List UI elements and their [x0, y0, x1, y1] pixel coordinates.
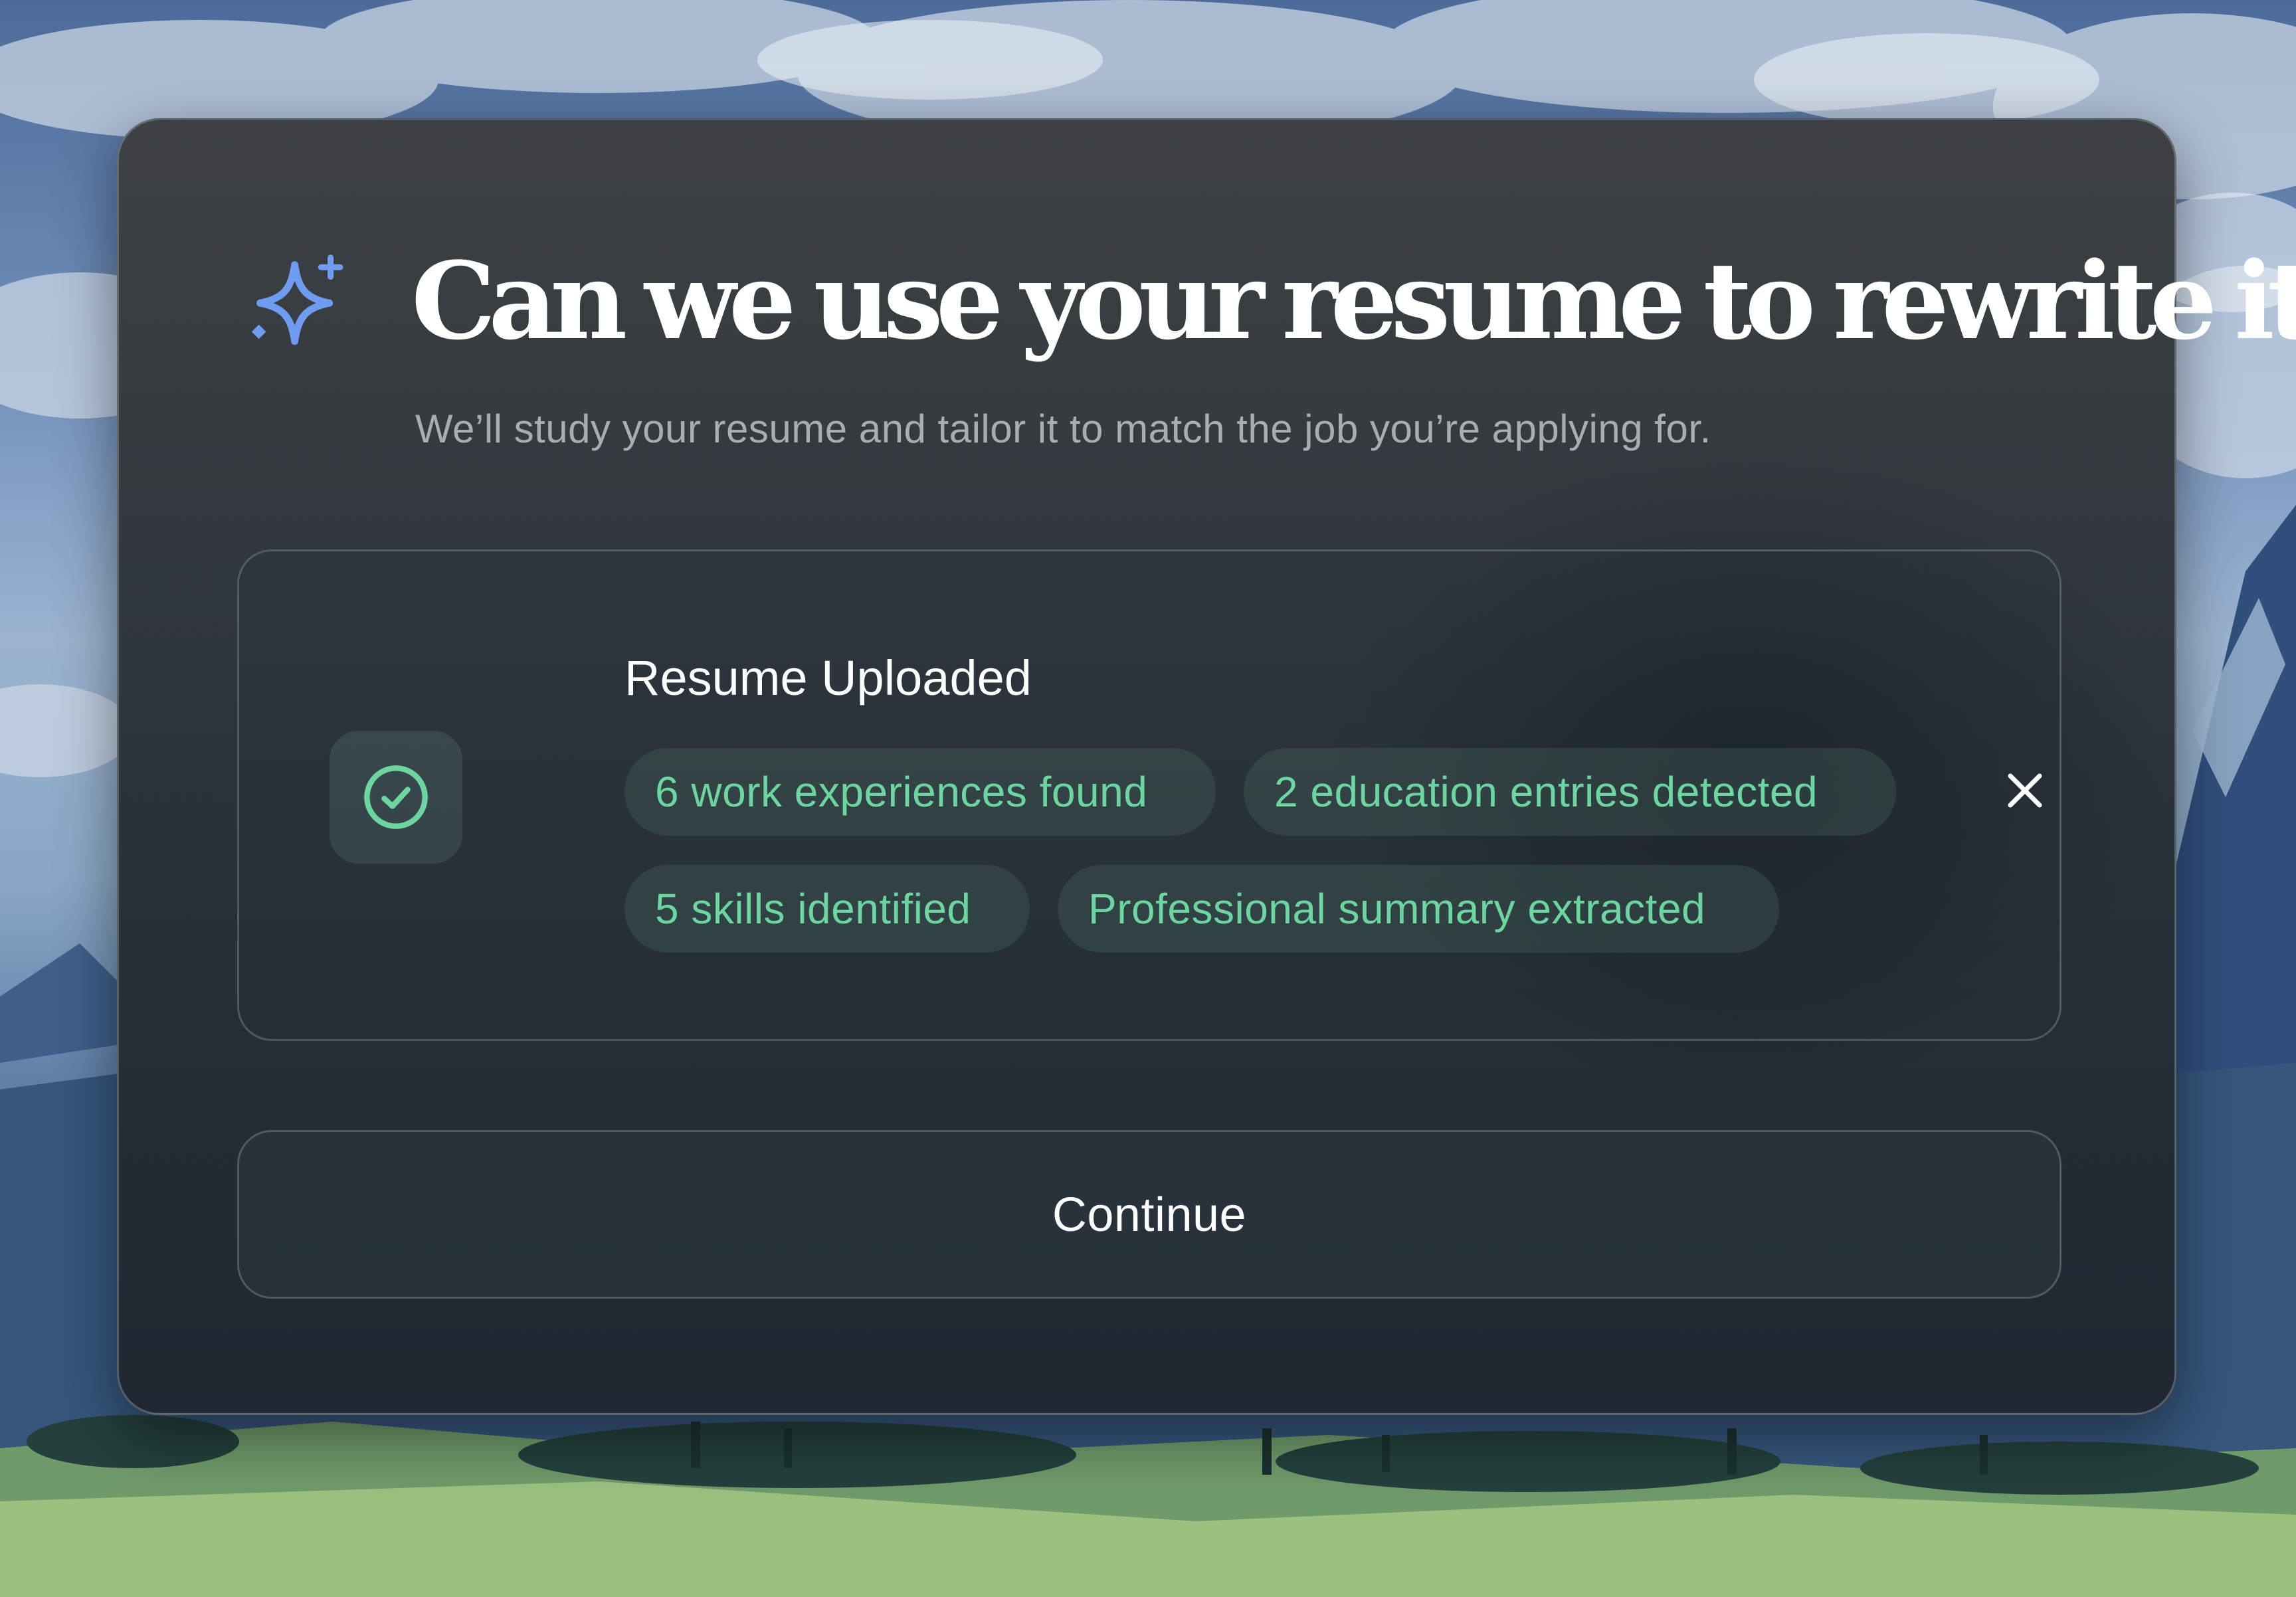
resume-rewrite-dialog: Can we use your resume to rewrite it? We… — [117, 118, 2296, 1415]
check-circle-icon — [364, 765, 428, 829]
dialog-title: Can we use your resume to rewrite it? — [411, 238, 2296, 363]
sparkle-icon — [251, 254, 343, 345]
dialog-subtitle: We’ll study your resume and tailor it to… — [415, 407, 1711, 451]
tag-professional-summary: Professional summary extracted — [1058, 865, 1779, 953]
continue-button[interactable]: Continue — [237, 1130, 2061, 1299]
remove-resume-button[interactable] — [1992, 757, 2058, 824]
resume-uploaded-card: Resume Uploaded 6 work experiences found… — [237, 549, 2061, 1041]
upload-status-tile — [330, 731, 462, 864]
tag-work-experiences: 6 work experiences found — [624, 748, 1216, 836]
upload-status-title: Resume Uploaded — [624, 650, 1032, 705]
close-icon — [2008, 773, 2042, 808]
tag-skills: 5 skills identified — [624, 865, 1030, 953]
tag-education-entries: 2 education entries detected — [1244, 748, 1896, 836]
